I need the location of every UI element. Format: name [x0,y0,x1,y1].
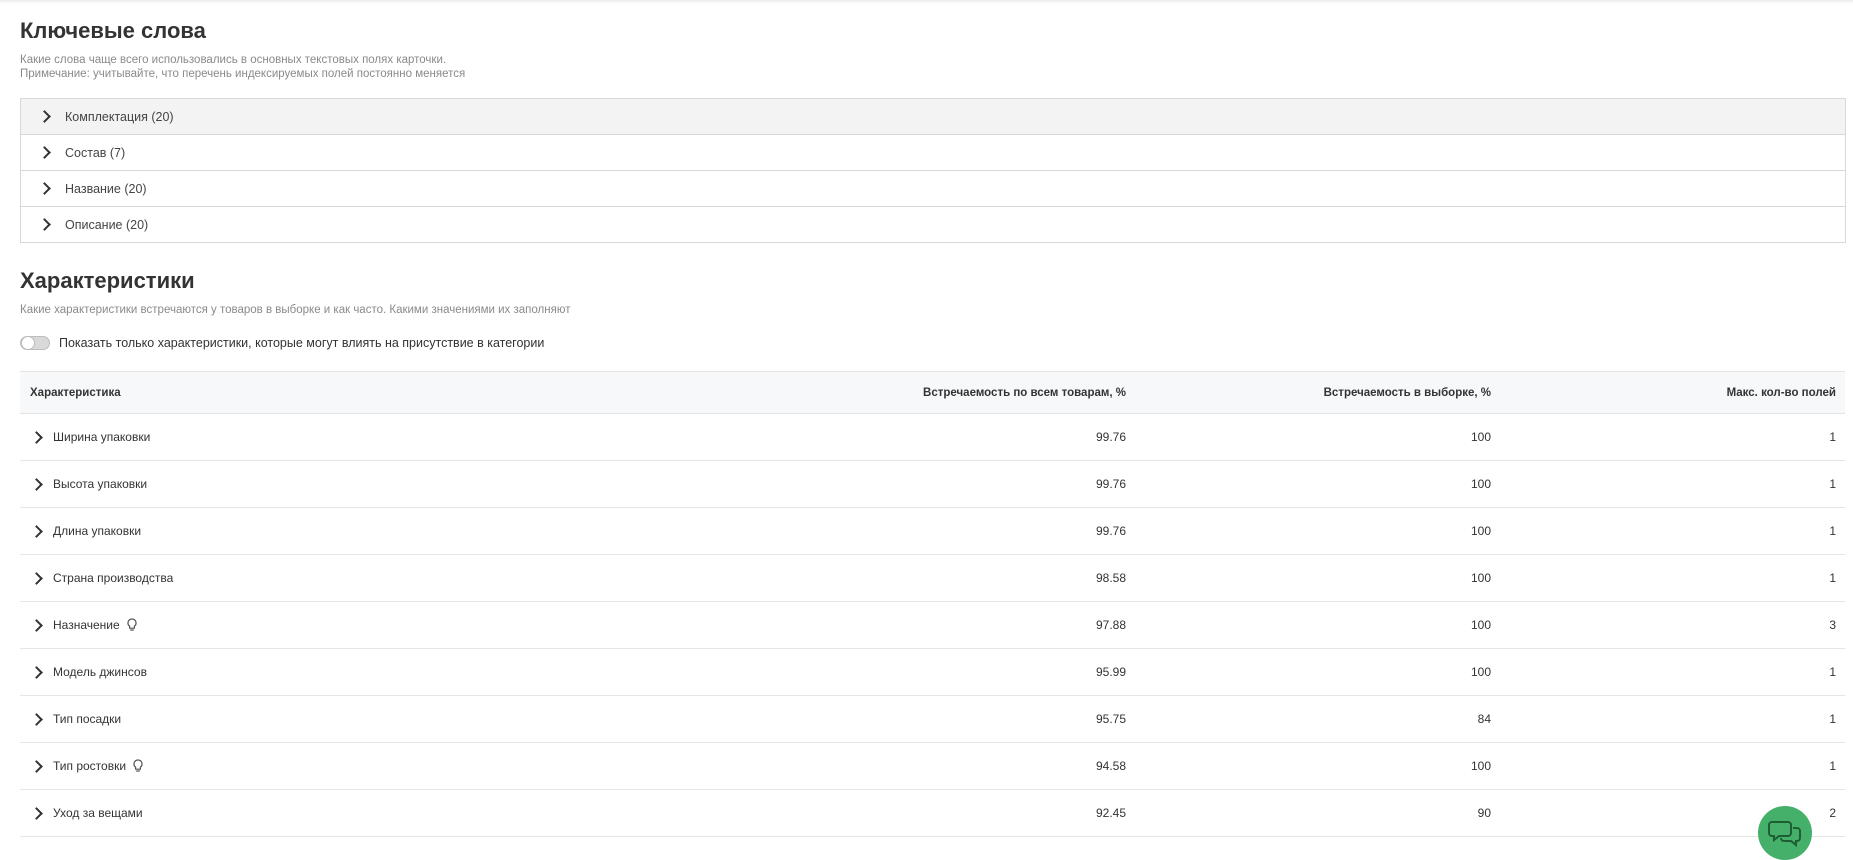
chevron-right-icon [38,182,51,195]
cell-sample: 100 [1470,571,1491,585]
cell-characteristic: Тип ростовки [20,759,560,773]
characteristic-name: Высота упаковки [53,477,148,491]
chevron-right-icon[interactable] [30,665,43,679]
filter-toggle-row: Показать только характеристики, которые … [20,336,544,350]
cell-max-fields: 1 [1829,477,1836,491]
chevron-right-icon[interactable] [30,571,43,585]
cell-all-goods: 99.76 [1095,430,1126,444]
table-row[interactable]: Назначение 97.88 100 3 [20,602,1845,649]
table-row[interactable]: Высота упаковки 99.76 100 1 [20,461,1845,508]
cell-characteristic: Высота упаковки [20,477,560,491]
characteristics-description: Какие характеристики встречаются у товар… [20,304,571,316]
cell-all-goods: 95.99 [1095,665,1126,679]
chevron-right-icon [38,218,51,231]
cell-characteristic: Страна производства [20,571,560,585]
accordion-item-label: Описание (20) [65,217,149,232]
cell-all-goods: 98.58 [1095,571,1126,585]
keywords-section: Ключевые слова [20,18,1845,44]
accordion-item-komplektaciya[interactable]: Комплектация (20) [21,99,1845,135]
table-row[interactable]: Модель джинсов 95.99 100 1 [20,649,1845,696]
table-row[interactable]: Страна производства 98.58 100 1 [20,555,1845,602]
chevron-right-icon[interactable] [30,806,43,820]
cell-characteristic: Тип посадки [20,712,560,726]
cell-max-fields: 1 [1829,571,1836,585]
filter-toggle-label: Показать только характеристики, которые … [59,336,545,350]
header-sample[interactable]: Встречаемость в выборке, % [1126,387,1491,399]
accordion-item-sostav[interactable]: Состав (7) [21,135,1845,171]
toggle-knob [21,336,35,350]
accordion-item-label: Комплектация (20) [65,109,174,124]
cell-all-goods: 97.88 [1095,618,1126,632]
characteristic-name: Ширина упаковки [53,430,151,444]
cell-sample: 100 [1470,759,1491,773]
header-characteristic[interactable]: Характеристика [20,387,560,399]
cell-all-goods: 95.75 [1095,712,1126,726]
characteristic-name: Тип посадки [53,712,122,726]
characteristics-section: Характеристики [20,268,1845,294]
keywords-description-line1: Какие слова чаще всего использовались в … [20,54,447,66]
chevron-right-icon [38,146,51,159]
header-all-goods[interactable]: Встречаемость по всем товарам, % [560,387,1126,399]
table-row[interactable]: Тип посадки 95.75 84 1 [20,696,1845,743]
chevron-right-icon[interactable] [30,524,43,538]
cell-characteristic: Модель джинсов [20,665,560,679]
table-row[interactable]: Уход за вещами 92.45 90 2 [20,790,1845,837]
table-body: Ширина упаковки 99.76 100 1 Высота упаковки 9… [20,414,1845,837]
table-row[interactable]: Тип ростовки 94.58 100 1 [20,743,1845,790]
cell-max-fields: 1 [1829,524,1836,538]
characteristic-name: Страна производства [53,571,174,585]
cell-sample: 100 [1470,430,1491,444]
chevron-right-icon[interactable] [30,712,43,726]
chevron-right-icon[interactable] [30,759,43,773]
characteristic-name: Назначение [53,618,120,632]
cell-all-goods: 92.45 [1095,806,1126,820]
keywords-accordion: Комплектация (20) Состав (7) Название (2… [20,98,1846,243]
table-header: Характеристика Встречаемость по всем тов… [20,371,1845,414]
characteristics-table: Характеристика Встречаемость по всем тов… [20,371,1845,837]
keywords-title: Ключевые слова [20,18,206,43]
cell-sample: 84 [1477,712,1491,726]
chevron-right-icon[interactable] [30,618,43,632]
lightbulb-icon[interactable] [132,759,144,773]
header-max-fields[interactable]: Макс. кол-во полей [1491,387,1836,399]
keywords-description-line2: Примечание: учитывайте, что перечень инд… [20,68,466,80]
cell-characteristic: Уход за вещами [20,806,560,820]
cell-max-fields: 1 [1829,712,1836,726]
chevron-right-icon[interactable] [30,430,43,444]
characteristic-name: Уход за вещами [53,806,143,820]
cell-sample: 100 [1470,524,1491,538]
cell-all-goods: 99.76 [1095,524,1126,538]
accordion-item-label: Состав (7) [65,145,126,160]
keywords-description: Какие слова чаще всего использовались в … [20,53,1845,81]
cell-sample: 90 [1477,806,1491,820]
cell-characteristic: Длина упаковки [20,524,560,538]
cell-max-fields: 3 [1829,618,1836,632]
cell-sample: 100 [1470,665,1491,679]
lightbulb-icon[interactable] [126,618,138,632]
cell-max-fields: 1 [1829,665,1836,679]
characteristics-title: Характеристики [20,268,195,293]
cell-characteristic: Назначение [20,618,560,632]
cell-characteristic: Ширина упаковки [20,430,560,444]
table-row[interactable]: Длина упаковки 99.76 100 1 [20,508,1845,555]
topbar-shadow [0,0,1853,4]
accordion-item-label: Название (20) [65,181,147,196]
cell-sample: 100 [1470,618,1491,632]
accordion-item-nazvanie[interactable]: Название (20) [21,171,1845,207]
chevron-right-icon[interactable] [30,477,43,491]
characteristic-name: Длина упаковки [53,524,142,538]
cell-all-goods: 99.76 [1095,477,1126,491]
cell-max-fields: 1 [1829,430,1836,444]
filter-toggle-switch[interactable] [20,336,50,350]
chat-button[interactable] [1758,806,1812,860]
cell-max-fields: 1 [1829,759,1836,773]
characteristic-name: Модель джинсов [53,665,147,679]
chat-bubbles-icon [1768,821,1801,848]
table-row[interactable]: Ширина упаковки 99.76 100 1 [20,414,1845,461]
accordion-item-opisanie[interactable]: Описание (20) [21,207,1845,243]
cell-sample: 100 [1470,477,1491,491]
cell-all-goods: 94.58 [1095,759,1126,773]
characteristic-name: Тип ростовки [53,759,127,773]
chevron-right-icon [38,110,51,123]
